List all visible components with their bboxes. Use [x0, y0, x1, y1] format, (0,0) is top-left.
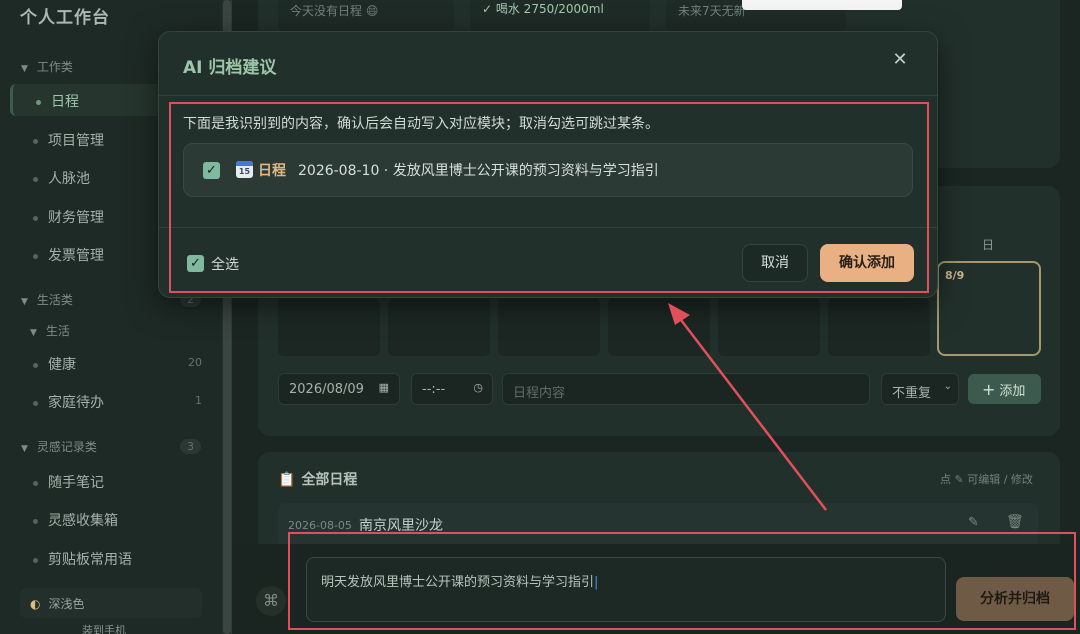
annotation-arrow — [668, 303, 827, 511]
